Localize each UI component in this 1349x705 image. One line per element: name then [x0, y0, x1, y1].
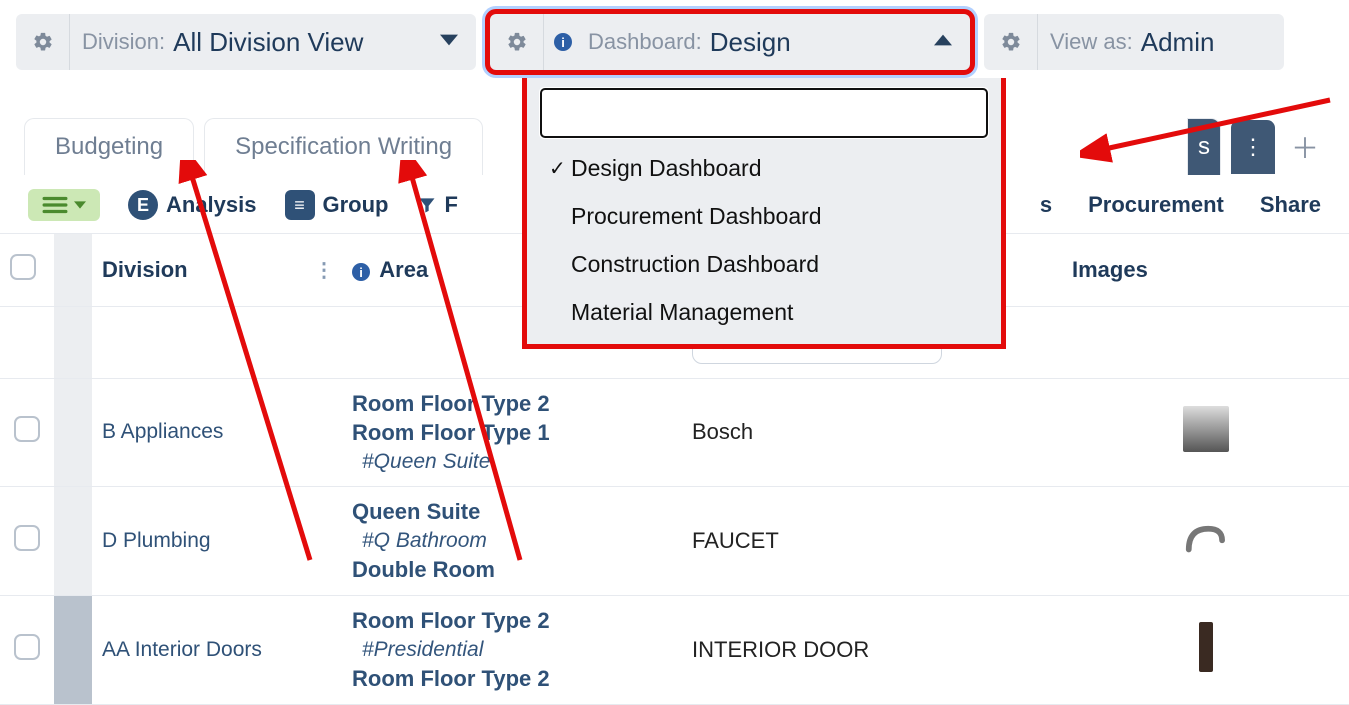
manufacturer-value: Bosch [692, 419, 753, 444]
toolbar-label: s [1040, 192, 1052, 218]
division-link[interactable]: AA Interior Doors [102, 638, 262, 661]
viewas-selector[interactable]: View as: Admin [984, 14, 1284, 70]
dropdown-item-label: Procurement Dashboard [571, 203, 822, 230]
row-handle[interactable] [54, 378, 92, 487]
area-line: Room Floor Type 1 [352, 418, 672, 448]
header-division[interactable]: Division ⋮ [92, 234, 342, 306]
toolbar-label: Procurement [1088, 192, 1224, 218]
kebab-icon: ⋮ [1242, 134, 1264, 160]
viewas-label: View as: [1050, 29, 1133, 55]
manufacturer-value: FAUCET [692, 528, 779, 553]
header-label: Division [102, 257, 188, 282]
header-images[interactable]: Images [1062, 234, 1349, 306]
dropdown-item-label: Construction Dashboard [571, 251, 819, 278]
table-row[interactable]: D Plumbing Queen Suite #Q Bathroom Doubl… [0, 487, 1349, 596]
row-checkbox[interactable] [14, 634, 40, 660]
caret-down-icon [440, 33, 458, 52]
division-link[interactable]: B Appliances [102, 420, 223, 443]
caret-down-icon [74, 200, 86, 210]
viewas-gear[interactable] [984, 14, 1038, 70]
toolbar-label: Share [1260, 192, 1321, 218]
add-tab-button[interactable]: ＋ [1285, 120, 1325, 174]
gear-icon [1000, 31, 1022, 53]
toolbar-analysis[interactable]: E Analysis [128, 190, 257, 220]
division-selector[interactable]: Division: All Division View [16, 14, 476, 70]
thumbnail-faucet[interactable] [1183, 515, 1229, 561]
area-line: Double Room [352, 555, 672, 585]
check-icon: ✓ [549, 156, 571, 181]
dashboard-option-procurement[interactable]: Procurement Dashboard [535, 192, 993, 240]
area-sub: #Q Bathroom [352, 527, 672, 555]
division-link[interactable]: D Plumbing [102, 529, 211, 552]
dashboard-option-design[interactable]: ✓ Design Dashboard [535, 144, 993, 192]
division-value: All Division View [173, 27, 363, 58]
tab-kebab-menu[interactable]: ⋮ [1231, 120, 1275, 174]
area-sub: #Presidential [352, 636, 672, 664]
dashboard-option-material[interactable]: Material Management [535, 288, 993, 336]
toolbar-truncated[interactable]: s [1040, 192, 1052, 218]
area-line: Room Floor Type 2 [352, 389, 672, 419]
tab-budgeting[interactable]: Budgeting [24, 118, 194, 175]
division-label: Division: [82, 29, 165, 55]
dropdown-item-label: Material Management [571, 299, 793, 326]
dashboard-selector[interactable]: i Dashboard: Design [490, 14, 970, 70]
view-mode-toggle[interactable] [28, 189, 100, 221]
toolbar-label: Group [323, 192, 389, 218]
row-handle[interactable] [54, 595, 92, 704]
row-handle[interactable] [54, 487, 92, 596]
header-label: Area [379, 257, 428, 282]
info-icon[interactable]: i [554, 33, 572, 51]
tab-truncated[interactable]: s [1187, 118, 1221, 175]
table-row[interactable]: AA Interior Doors Room Floor Type 2 #Pre… [0, 595, 1349, 704]
filter-icon [417, 195, 437, 215]
area-sub: #Queen Suite [352, 448, 672, 476]
toolbar-filter[interactable]: F [417, 192, 458, 218]
toolbar-label: F [445, 192, 458, 218]
toolbar-label: Analysis [166, 192, 257, 218]
dashboard-value: Design [710, 27, 791, 58]
row-checkbox[interactable] [14, 416, 40, 442]
thumbnail-door[interactable] [1199, 622, 1213, 672]
info-icon[interactable]: i [352, 263, 370, 281]
group-icon: ≡ [285, 190, 315, 220]
table-row[interactable]: B Appliances Room Floor Type 2 Room Floo… [0, 378, 1349, 487]
dashboard-search-input[interactable] [540, 88, 988, 138]
gear-icon [32, 31, 54, 53]
checkbox-icon[interactable] [10, 254, 36, 280]
dashboard-label: Dashboard: [588, 29, 702, 55]
area-line: Queen Suite [352, 497, 672, 527]
header-checkbox[interactable] [0, 234, 54, 306]
dashboard-dropdown-panel: ✓ Design Dashboard Procurement Dashboard… [522, 78, 1006, 349]
division-gear[interactable] [16, 14, 70, 70]
kebab-icon[interactable]: ⋮ [314, 257, 334, 282]
thumbnail-oven[interactable] [1183, 406, 1229, 452]
plus-icon: ＋ [1291, 127, 1319, 167]
tab-spec-writing[interactable]: Specification Writing [204, 118, 483, 175]
row-checkbox[interactable] [14, 525, 40, 551]
area-line: Room Floor Type 2 [352, 664, 672, 694]
area-line: Room Floor Type 2 [352, 606, 672, 636]
toolbar-procurement[interactable]: Procurement [1088, 192, 1224, 218]
toolbar-group[interactable]: ≡ Group [285, 190, 389, 220]
manufacturer-value: INTERIOR DOOR [692, 637, 869, 662]
header-label: Images [1072, 257, 1148, 282]
dashboard-option-construction[interactable]: Construction Dashboard [535, 240, 993, 288]
header-handle [54, 234, 92, 306]
gear-icon [506, 31, 528, 53]
viewas-value: Admin [1141, 27, 1215, 58]
hamburger-icon [42, 195, 68, 215]
dashboard-gear[interactable] [490, 14, 544, 70]
caret-up-icon [934, 33, 952, 52]
dropdown-item-label: Design Dashboard [571, 155, 762, 182]
toolbar-share[interactable]: Share [1260, 192, 1321, 218]
analysis-icon: E [128, 190, 158, 220]
